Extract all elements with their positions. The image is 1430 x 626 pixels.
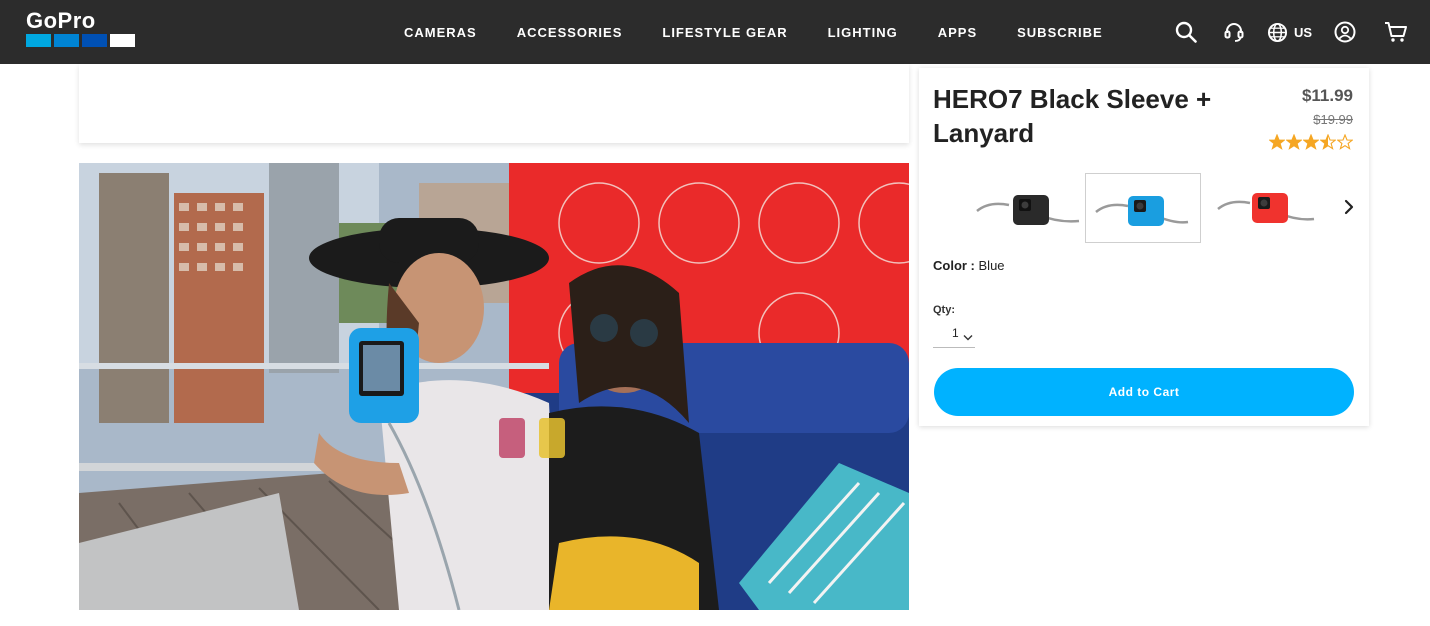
color-swatches — [969, 173, 1369, 243]
gopro-logo[interactable]: GoPro — [26, 8, 136, 48]
nav-lifestyle-gear[interactable]: LIFESTYLE GEAR — [662, 25, 787, 40]
color-label: Color : — [933, 258, 975, 273]
nav-lighting[interactable]: LIGHTING — [828, 25, 898, 40]
logo-blocks — [26, 34, 135, 47]
nav-accessories[interactable]: ACCESSORIES — [517, 25, 623, 40]
qty-value: 1 — [952, 326, 959, 340]
qty-label: Qty: — [933, 304, 955, 316]
rating-stars[interactable] — [1269, 134, 1353, 150]
color-value: Blue — [978, 258, 1005, 273]
globe-icon — [1267, 22, 1288, 43]
original-price: $19.99 — [1313, 112, 1353, 127]
selected-color: Color : Blue — [933, 258, 1005, 273]
star-icon — [1286, 134, 1302, 150]
chevron-down-icon — [963, 330, 973, 344]
add-to-cart-button[interactable]: Add to Cart — [934, 368, 1354, 416]
product-title: HERO7 Black Sleeve + Lanyard — [933, 84, 1212, 148]
product-info-panel: HERO7 Black Sleeve + Lanyard $11.99 $19.… — [919, 68, 1369, 426]
region-selector[interactable]: US — [1267, 22, 1312, 43]
quantity-select[interactable]: 1 — [933, 320, 975, 348]
swatch-black[interactable] — [969, 173, 1085, 243]
nav-cameras[interactable]: CAMERAS — [404, 25, 477, 40]
search-icon[interactable] — [1175, 21, 1197, 43]
swatch-red[interactable] — [1210, 173, 1326, 243]
region-label: US — [1293, 24, 1312, 40]
header-utilities: US — [1175, 0, 1408, 64]
support-headset-icon[interactable] — [1223, 21, 1245, 43]
star-icon — [1269, 134, 1285, 150]
nav-subscribe[interactable]: SUBSCRIBE — [1017, 25, 1103, 40]
product-lifestyle-photo — [79, 163, 909, 610]
chevron-right-icon[interactable] — [1339, 195, 1359, 219]
cart-icon[interactable] — [1384, 21, 1408, 43]
star-icon — [1303, 134, 1319, 150]
media-card-top — [79, 64, 909, 143]
main-nav: CAMERAS ACCESSORIES LIFESTYLE GEAR LIGHT… — [404, 0, 1143, 64]
logo-text: GoPro — [26, 8, 96, 33]
account-icon[interactable] — [1334, 21, 1356, 43]
star-icon — [1320, 134, 1336, 150]
sale-price: $11.99 — [1301, 86, 1353, 105]
top-navigation-bar: GoPro CAMERAS ACCESSORIES LIFESTYLE GEAR… — [0, 0, 1430, 64]
star-icon — [1337, 134, 1353, 150]
nav-apps[interactable]: APPS — [938, 25, 977, 40]
swatch-blue[interactable] — [1085, 173, 1201, 243]
